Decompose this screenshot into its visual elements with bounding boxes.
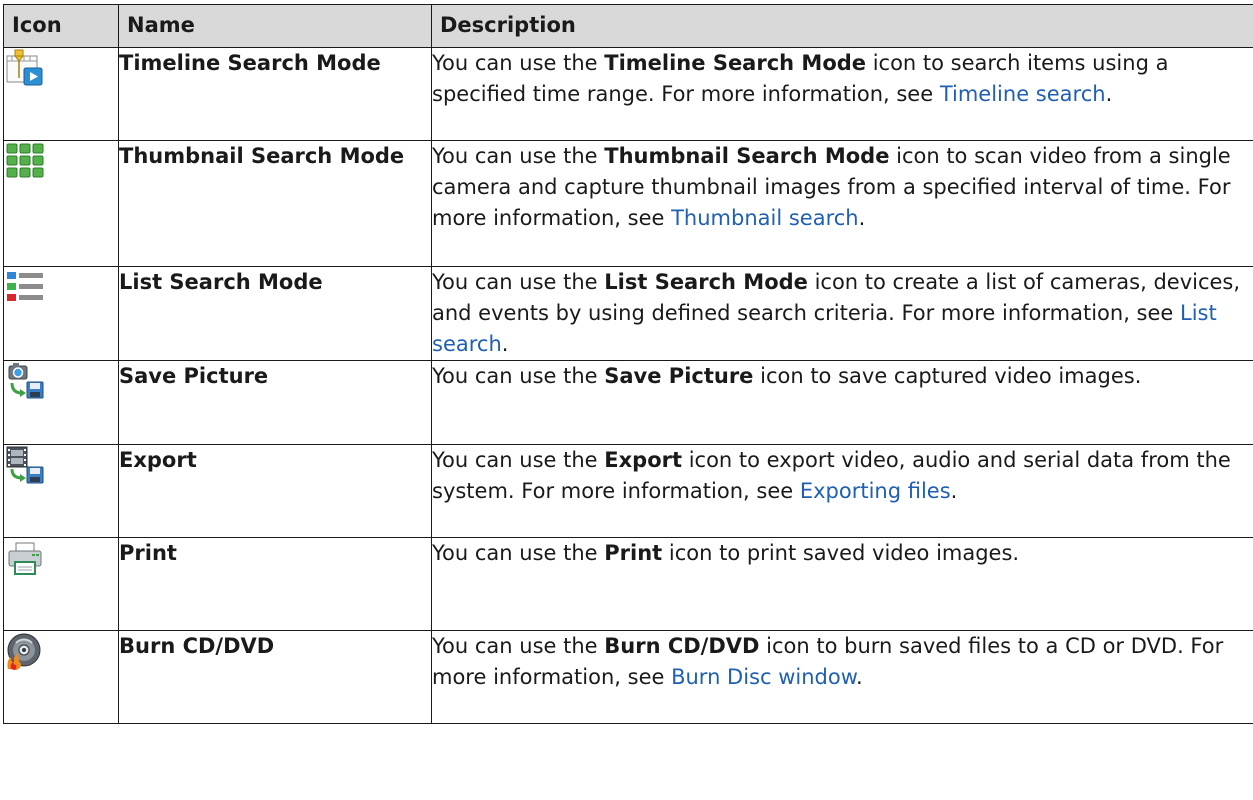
item-description: You can use the Export icon to export vi… bbox=[431, 444, 1253, 538]
item-description: You can use the Print icon to print save… bbox=[431, 537, 1253, 631]
desc-text: icon to print saved video images. bbox=[662, 541, 1020, 565]
item-name: Save Picture bbox=[118, 360, 432, 445]
desc-text: You can use the bbox=[432, 634, 605, 658]
icon-cell bbox=[3, 444, 119, 538]
header-description: Description bbox=[431, 4, 1253, 48]
header-icon: Icon bbox=[3, 4, 119, 48]
printer-icon bbox=[8, 542, 42, 575]
thumbnail-grid-icon bbox=[6, 143, 44, 178]
table-row: Burn CD/DVD You can use the Burn CD/DVD … bbox=[3, 630, 1253, 724]
item-description: You can use the Thumbnail Search Mode ic… bbox=[431, 140, 1253, 267]
burn-disc-icon bbox=[7, 633, 41, 670]
item-description: You can use the Timeline Search Mode ico… bbox=[431, 47, 1253, 141]
desc-bold-term: Save Picture bbox=[604, 364, 754, 388]
thumbnail-search-link[interactable]: Thumbnail search bbox=[671, 206, 859, 230]
desc-text: You can use the bbox=[432, 448, 605, 472]
item-name: List Search Mode bbox=[118, 266, 432, 361]
desc-text: . bbox=[950, 479, 958, 503]
desc-bold-term: List Search Mode bbox=[604, 270, 808, 294]
desc-bold-term: Timeline Search Mode bbox=[604, 51, 867, 75]
table-row: Export You can use the Export icon to ex… bbox=[3, 444, 1253, 538]
table-row: List Search Mode You can use the List Se… bbox=[3, 266, 1253, 361]
desc-text: You can use the bbox=[432, 364, 605, 388]
icon-cell bbox=[3, 266, 119, 361]
desc-text: You can use the bbox=[432, 270, 605, 294]
timeline-search-link[interactable]: Timeline search bbox=[940, 82, 1106, 106]
icon-cell bbox=[3, 47, 119, 141]
list-search-icon bbox=[7, 272, 43, 301]
desc-text: icon to save captured video images. bbox=[753, 364, 1142, 388]
header-name: Name bbox=[118, 4, 432, 48]
item-description: You can use the List Search Mode icon to… bbox=[431, 266, 1253, 361]
burn-disc-window-link[interactable]: Burn Disc window bbox=[671, 665, 856, 689]
desc-text: . bbox=[501, 332, 509, 356]
save-picture-icon bbox=[8, 363, 44, 399]
item-name: Print bbox=[118, 537, 432, 631]
exporting-files-link[interactable]: Exporting files bbox=[800, 479, 951, 503]
item-description: You can use the Burn CD/DVD icon to burn… bbox=[431, 630, 1253, 724]
item-name: Thumbnail Search Mode bbox=[118, 140, 432, 267]
table-row: Thumbnail Search Mode You can use the Th… bbox=[3, 140, 1253, 267]
table-row: Print You can use the Print icon to prin… bbox=[3, 537, 1253, 631]
icon-reference-table: Icon Name Description Timeline Search Mo… bbox=[3, 4, 1253, 724]
desc-text: You can use the bbox=[432, 51, 605, 75]
desc-bold-term: Export bbox=[604, 448, 683, 472]
desc-bold-term: Thumbnail Search Mode bbox=[604, 144, 890, 168]
timeline-search-icon bbox=[6, 49, 43, 86]
icon-cell bbox=[3, 630, 119, 724]
desc-text: You can use the bbox=[432, 144, 605, 168]
icon-cell bbox=[3, 140, 119, 267]
desc-text: You can use the bbox=[432, 541, 605, 565]
table-row: Timeline Search Mode You can use the Tim… bbox=[3, 47, 1253, 141]
item-name: Timeline Search Mode bbox=[118, 47, 432, 141]
export-film-icon bbox=[6, 446, 44, 484]
desc-text: . bbox=[1105, 82, 1113, 106]
desc-bold-term: Burn CD/DVD bbox=[604, 634, 760, 658]
table-header-row: Icon Name Description bbox=[3, 4, 1253, 48]
desc-text: . bbox=[858, 206, 866, 230]
desc-text: . bbox=[855, 665, 863, 689]
item-name: Export bbox=[118, 444, 432, 538]
desc-bold-term: Print bbox=[604, 541, 663, 565]
item-description: You can use the Save Picture icon to sav… bbox=[431, 360, 1253, 445]
icon-cell bbox=[3, 537, 119, 631]
table-row: Save Picture You can use the Save Pictur… bbox=[3, 360, 1253, 445]
item-name: Burn CD/DVD bbox=[118, 630, 432, 724]
icon-cell bbox=[3, 360, 119, 445]
